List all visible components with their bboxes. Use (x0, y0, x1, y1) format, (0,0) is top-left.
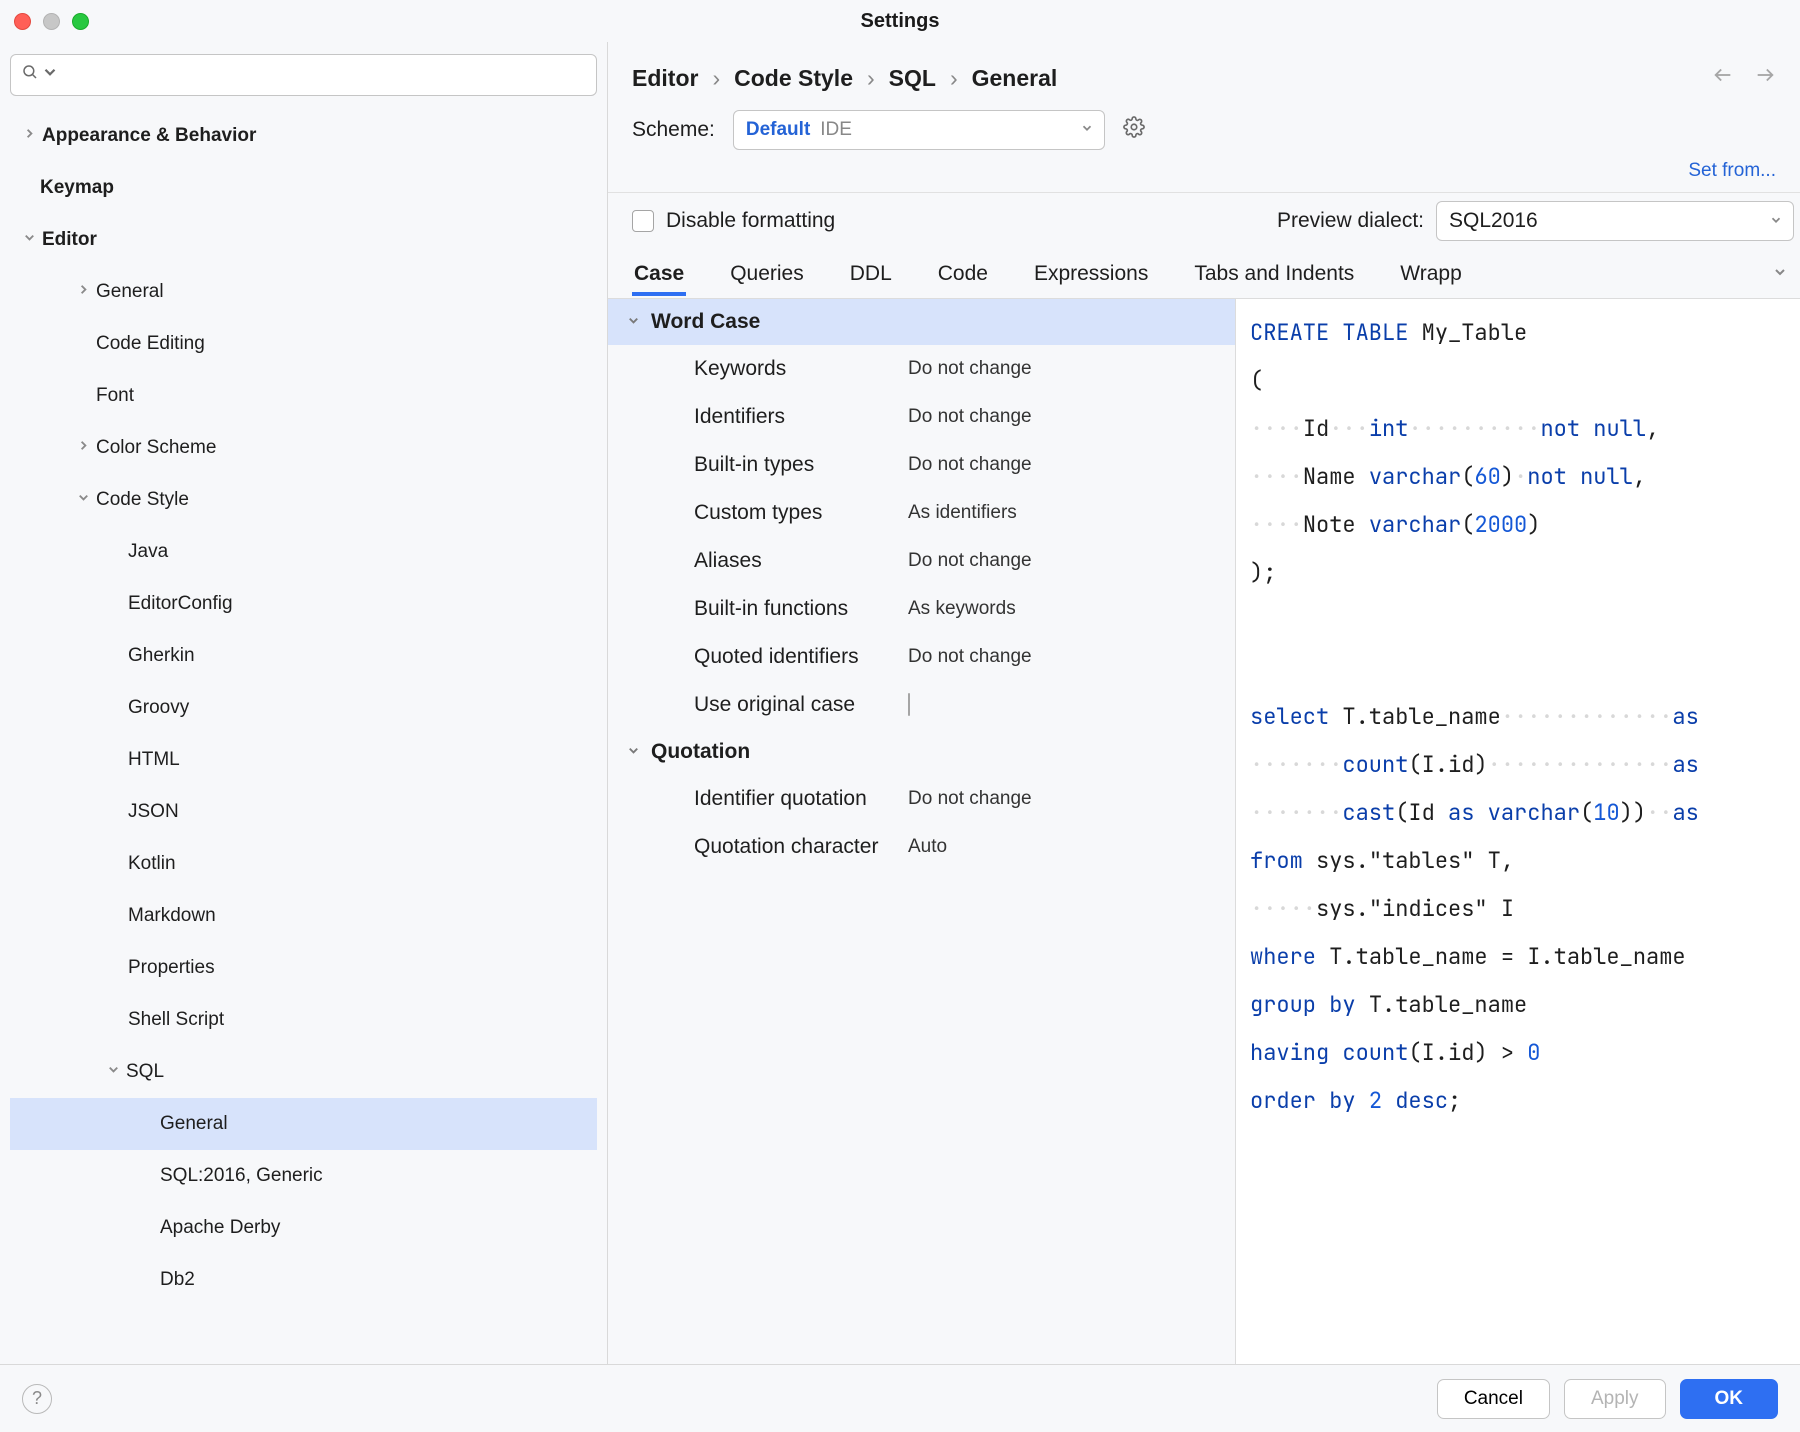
tree-item-font[interactable]: Font (10, 370, 597, 422)
chevron-down-icon (70, 489, 96, 511)
tree-item-editor[interactable]: Editor (10, 214, 597, 266)
tab-expressions[interactable]: Expressions (1032, 252, 1150, 296)
search-input[interactable] (10, 54, 597, 96)
tree-item-general[interactable]: General (10, 266, 597, 318)
titlebar: Settings (0, 0, 1800, 42)
apply-button[interactable]: Apply (1564, 1379, 1666, 1419)
breadcrumb-segment: General (972, 65, 1058, 92)
tabs-overflow[interactable] (1772, 262, 1800, 286)
prop-builtin-functions[interactable]: Built-in functions As keywords (608, 585, 1235, 633)
prop-keywords[interactable]: Keywords Do not change (608, 345, 1235, 393)
tree-item-markdown[interactable]: Markdown (10, 890, 597, 942)
chevron-right-icon: › (950, 65, 958, 92)
tree-item-java[interactable]: Java (10, 526, 597, 578)
chevron-right-icon (70, 437, 96, 459)
search-icon (21, 63, 43, 87)
chevron-down-icon (1769, 209, 1783, 233)
tree-item-editorconfig[interactable]: EditorConfig (10, 578, 597, 630)
chevron-right-icon (16, 125, 42, 147)
scheme-name: Default (746, 119, 810, 141)
tree-item-groovy[interactable]: Groovy (10, 682, 597, 734)
window-title: Settings (0, 10, 1800, 33)
footer: ? Cancel Apply OK (0, 1364, 1800, 1432)
scheme-label: Scheme: (632, 118, 715, 142)
settings-tree: Appearance & Behavior Keymap Editor Gene… (10, 110, 597, 1364)
group-quotation[interactable]: Quotation (608, 729, 1235, 775)
set-from-link[interactable]: Set from... (1688, 160, 1776, 182)
code-style-tabs: Case Queries DDL Code Expressions Tabs a… (608, 249, 1800, 299)
nav-back-button[interactable] (1712, 64, 1734, 92)
main-panel: Editor › Code Style › SQL › General Sche… (608, 42, 1800, 1364)
chevron-right-icon: › (712, 65, 720, 92)
chevron-down-icon (100, 1061, 126, 1083)
window-maximize-button[interactable] (72, 13, 89, 30)
cancel-button[interactable]: Cancel (1437, 1379, 1550, 1419)
ok-button[interactable]: OK (1680, 1379, 1779, 1419)
chevron-right-icon (70, 281, 96, 303)
chevron-down-icon (16, 229, 42, 251)
breadcrumb-segment[interactable]: Code Style (734, 65, 853, 92)
tab-tabs-indents[interactable]: Tabs and Indents (1192, 252, 1356, 296)
prop-custom-types[interactable]: Custom types As identifiers (608, 489, 1235, 537)
tab-code[interactable]: Code (936, 252, 990, 296)
chevron-down-icon (1080, 119, 1094, 141)
nav-forward-button[interactable] (1754, 64, 1776, 92)
chevron-down-icon (626, 740, 641, 764)
prop-aliases[interactable]: Aliases Do not change (608, 537, 1235, 585)
chevron-right-icon: › (867, 65, 875, 92)
prop-builtin-types[interactable]: Built-in types Do not change (608, 441, 1235, 489)
tree-item-html[interactable]: HTML (10, 734, 597, 786)
tree-item-sql-general[interactable]: General (10, 1098, 597, 1150)
group-word-case[interactable]: Word Case (608, 299, 1235, 345)
preview-dialect-label: Preview dialect: (1277, 209, 1424, 233)
tree-item-color-scheme[interactable]: Color Scheme (10, 422, 597, 474)
tree-item-apache-derby[interactable]: Apache Derby (10, 1202, 597, 1254)
window-minimize-button[interactable] (43, 13, 60, 30)
tab-wrapping[interactable]: Wrapp (1398, 252, 1463, 296)
scheme-scope: IDE (820, 119, 852, 141)
help-button[interactable]: ? (22, 1384, 52, 1414)
breadcrumb-segment[interactable]: SQL (889, 65, 936, 92)
settings-column: Word Case Keywords Do not change Identif… (608, 299, 1236, 1364)
code-preview-text: CREATE TABLE My_Table ( ····Id···int····… (1250, 309, 1800, 1125)
tree-item-gherkin[interactable]: Gherkin (10, 630, 597, 682)
tab-case[interactable]: Case (632, 252, 686, 296)
tab-ddl[interactable]: DDL (848, 252, 894, 296)
sidebar: Appearance & Behavior Keymap Editor Gene… (0, 42, 608, 1364)
tree-item-appearance-behavior[interactable]: Appearance & Behavior (10, 110, 597, 162)
prop-quoted-identifiers[interactable]: Quoted identifiers Do not change (608, 633, 1235, 681)
tree-item-kotlin[interactable]: Kotlin (10, 838, 597, 890)
prop-quotation-character[interactable]: Quotation character Auto (608, 823, 1235, 871)
tree-item-sql[interactable]: SQL (10, 1046, 597, 1098)
tree-item-properties[interactable]: Properties (10, 942, 597, 994)
tree-item-shell-script[interactable]: Shell Script (10, 994, 597, 1046)
window-close-button[interactable] (14, 13, 31, 30)
chevron-down-icon (626, 310, 641, 334)
checkbox-icon (632, 210, 654, 232)
disable-formatting-checkbox[interactable]: Disable formatting (632, 209, 835, 233)
tree-item-json[interactable]: JSON (10, 786, 597, 838)
breadcrumb-segment[interactable]: Editor (632, 65, 698, 92)
tree-item-keymap[interactable]: Keymap (10, 162, 597, 214)
tree-item-code-editing[interactable]: Code Editing (10, 318, 597, 370)
breadcrumb: Editor › Code Style › SQL › General (632, 65, 1057, 92)
code-preview: CREATE TABLE My_Table ( ····Id···int····… (1236, 299, 1800, 1364)
prop-use-original-case[interactable]: Use original case (608, 681, 1235, 729)
chevron-down-icon (41, 63, 63, 87)
tree-item-code-style[interactable]: Code Style (10, 474, 597, 526)
scheme-selector[interactable]: Default IDE (733, 110, 1105, 150)
preview-dialect-selector[interactable]: SQL2016 (1436, 201, 1794, 241)
tab-queries[interactable]: Queries (728, 252, 806, 296)
tree-item-db2[interactable]: Db2 (10, 1254, 597, 1306)
checkbox-icon[interactable] (908, 693, 910, 716)
prop-identifiers[interactable]: Identifiers Do not change (608, 393, 1235, 441)
gear-icon[interactable] (1123, 116, 1145, 144)
prop-identifier-quotation[interactable]: Identifier quotation Do not change (608, 775, 1235, 823)
tree-item-sql-2016[interactable]: SQL:2016, Generic (10, 1150, 597, 1202)
